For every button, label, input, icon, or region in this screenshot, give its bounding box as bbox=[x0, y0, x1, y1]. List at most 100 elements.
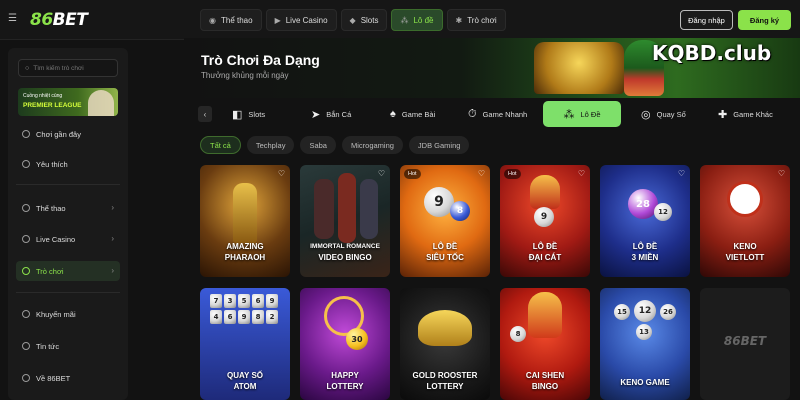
nav-label: Trò chơi bbox=[467, 15, 497, 25]
category-card-games[interactable]: ♠ Game Bài bbox=[390, 101, 460, 127]
category-label: Game Nhanh bbox=[482, 109, 528, 119]
smiley-ball: 30 bbox=[346, 328, 368, 350]
sidebar-item-recent[interactable]: Chơi gần đây bbox=[16, 124, 120, 144]
nav-label: Live Casino bbox=[285, 15, 328, 25]
menu-icon[interactable]: ☰ bbox=[8, 13, 20, 24]
category-other[interactable]: ✚ Game Khác bbox=[718, 101, 796, 127]
sidebar-item-promotions[interactable]: Khuyến mãi bbox=[16, 304, 120, 324]
heart-icon[interactable]: ♡ bbox=[778, 169, 785, 178]
game-card-amazing-pharaoh[interactable]: ♡ AMAZING PHARAOH bbox=[200, 165, 290, 277]
game-name-line2: ĐẠI CÁT bbox=[528, 253, 562, 262]
sidebar-item-news[interactable]: Tin tức bbox=[16, 336, 120, 356]
promo-line1: Cuồng nhiệt cùng bbox=[23, 93, 63, 99]
filter-all[interactable]: Tất cả bbox=[200, 136, 241, 154]
logo[interactable]: 86BET bbox=[30, 10, 88, 30]
games-icon: ✱ bbox=[455, 15, 463, 25]
game-card-lo-de-sieu-toc[interactable]: 9 8 Hot ♡ LÔ ĐỀ SIÊU TỐC bbox=[400, 165, 490, 277]
search-input[interactable]: ○ Tìm kiếm trò chơi bbox=[18, 59, 118, 77]
category-wheel[interactable]: ◎ Quay Số bbox=[641, 101, 711, 127]
login-button[interactable]: Đăng nhập bbox=[680, 10, 733, 30]
game-name: GOLD ROOSTER LOTTERY bbox=[400, 370, 490, 392]
game-name: QUAY SỐ ATOM bbox=[200, 370, 290, 392]
game-card-lo-de-3-mien[interactable]: 28 12 ♡ LÔ ĐỀ 3 MIỀN bbox=[600, 165, 690, 277]
hot-badge: Hot bbox=[504, 169, 521, 179]
divider bbox=[16, 292, 120, 293]
register-button[interactable]: Đăng ký bbox=[738, 10, 791, 30]
divider bbox=[16, 184, 120, 185]
keno-ball: 13 bbox=[636, 324, 652, 340]
game-card-keno-vietlott[interactable]: ♡ KENO VIETLOTT bbox=[700, 165, 790, 277]
lottery-icon: ⁂ bbox=[400, 15, 409, 25]
heart-icon[interactable]: ♡ bbox=[378, 169, 385, 178]
game-name-line2: SIÊU TỐC bbox=[426, 253, 464, 262]
game-name-line2: BINGO bbox=[531, 382, 559, 391]
chevron-left-icon[interactable]: ‹ bbox=[198, 106, 212, 122]
filter-saba[interactable]: Saba bbox=[300, 136, 336, 154]
game-name-line1: QUAY SỐ bbox=[226, 371, 263, 380]
game-card-keno-game[interactable]: 15 12 26 13 KENO GAME bbox=[600, 288, 690, 400]
sidebar-item-label: Tin tức bbox=[36, 341, 60, 351]
category-slots[interactable]: ◧ Slots bbox=[232, 101, 292, 127]
nav-lottery[interactable]: ⁂ Lô đề bbox=[391, 9, 443, 31]
nav-games[interactable]: ✱ Trò chơi bbox=[446, 9, 506, 31]
game-name-line2: ATOM bbox=[233, 382, 257, 391]
hot-badge: Hot bbox=[404, 169, 421, 179]
category-bar: ‹ ◧ Slots ➤ Bắn Cá ♠ Game Bài ⏱ Game Nhanh ⁂… bbox=[198, 101, 798, 127]
page-title: Trò Chơi Đa Dạng bbox=[201, 52, 320, 68]
logo-prefix: 86 bbox=[30, 10, 53, 30]
category-fishing[interactable]: ➤ Bắn Cá bbox=[311, 101, 381, 127]
gold-rooster-figure bbox=[418, 310, 472, 346]
game-card-quay-so-atom[interactable]: 7 3 5 6 9 4 6 9 8 2 QUAY SỐ ATOM bbox=[200, 288, 290, 400]
nav-label: Thể thao bbox=[220, 15, 253, 25]
sidebar-item-label: Trò chơi bbox=[36, 266, 64, 276]
heart-icon[interactable]: ♡ bbox=[578, 169, 585, 178]
game-card-happy-lottery[interactable]: 30 HAPPY LOTTERY bbox=[300, 288, 390, 400]
sidebar-item-favorites[interactable]: Yêu thích bbox=[16, 154, 120, 174]
heart-icon[interactable]: ♡ bbox=[278, 169, 285, 178]
top-bar: ☰ 86BET ◉ Thể thao ▶ Live Casino ◆ Slots ⁂ L… bbox=[0, 0, 800, 40]
sidebar-item-sports[interactable]: Thể thao › bbox=[16, 198, 120, 218]
game-name-line1: GOLD ROOSTER bbox=[412, 371, 478, 380]
category-label: Bắn Cá bbox=[326, 109, 352, 119]
slots-icon: ◆ bbox=[349, 15, 356, 25]
heart-icon[interactable]: ♡ bbox=[478, 169, 485, 178]
category-fast-games[interactable]: ⏱ Game Nhanh bbox=[468, 101, 543, 127]
category-lottery[interactable]: ⁂ Lô Đề bbox=[543, 101, 621, 127]
nav-label: Slots bbox=[360, 15, 379, 25]
sports-icon: ◉ bbox=[209, 15, 216, 25]
sidebar-item-games[interactable]: Trò chơi › bbox=[16, 261, 120, 281]
provider-filters: Tất cả Techplay Saba Microgaming JDB Gam… bbox=[200, 136, 470, 154]
filter-jdb-gaming[interactable]: JDB Gaming bbox=[408, 136, 470, 154]
promo-line2: PREMIER LEAGUE bbox=[23, 102, 82, 109]
game-card-lo-de-dai-cat[interactable]: 9 Hot ♡ LÔ ĐỀ ĐẠI CÁT bbox=[500, 165, 590, 277]
sidebar: ○ Tìm kiếm trò chơi Cuồng nhiệt cùng PRE… bbox=[8, 48, 128, 400]
lottery-ball: 8 bbox=[510, 326, 526, 342]
nav-slots[interactable]: ◆ Slots bbox=[340, 9, 388, 31]
game-card-cai-shen-bingo[interactable]: 8 CAI SHEN BINGO bbox=[500, 288, 590, 400]
nav-sports[interactable]: ◉ Thể thao bbox=[200, 9, 262, 31]
game-name-line1: HAPPY bbox=[331, 371, 359, 380]
chevron-right-icon: › bbox=[111, 266, 114, 275]
number-tile: 5 bbox=[238, 294, 250, 308]
game-card-gold-rooster-lottery[interactable]: GOLD ROOSTER LOTTERY bbox=[400, 288, 490, 400]
promo-banner[interactable]: Cuồng nhiệt cùng PREMIER LEAGUE bbox=[18, 88, 118, 116]
cai-shen-figure bbox=[528, 292, 562, 338]
game-name: CAI SHEN BINGO bbox=[500, 370, 590, 392]
game-name-line2: LOTTERY bbox=[426, 382, 464, 391]
sidebar-item-live-casino[interactable]: Live Casino › bbox=[16, 229, 120, 249]
game-name-line1: LÔ ĐỀ bbox=[432, 242, 458, 251]
game-card-immortal-romance[interactable]: ♡ IMMORTAL ROMANCE VIDEO BINGO bbox=[300, 165, 390, 277]
heart-icon[interactable]: ♡ bbox=[678, 169, 685, 178]
filter-techplay[interactable]: Techplay bbox=[246, 136, 295, 154]
nav-label: Lô đề bbox=[413, 15, 434, 25]
sidebar-item-label: Yêu thích bbox=[36, 159, 68, 169]
logo-suffix: BET bbox=[52, 10, 88, 30]
sidebar-item-label: Về 86BET bbox=[36, 373, 71, 383]
game-card-placeholder[interactable]: 86BET bbox=[700, 288, 790, 400]
sports-icon bbox=[22, 204, 30, 212]
game-name-line1: KENO bbox=[733, 242, 757, 251]
sidebar-item-about[interactable]: Về 86BET bbox=[16, 368, 120, 388]
filter-microgaming[interactable]: Microgaming bbox=[341, 136, 403, 154]
live-casino-icon: ▶ bbox=[274, 15, 281, 25]
nav-live-casino[interactable]: ▶ Live Casino bbox=[265, 9, 337, 31]
